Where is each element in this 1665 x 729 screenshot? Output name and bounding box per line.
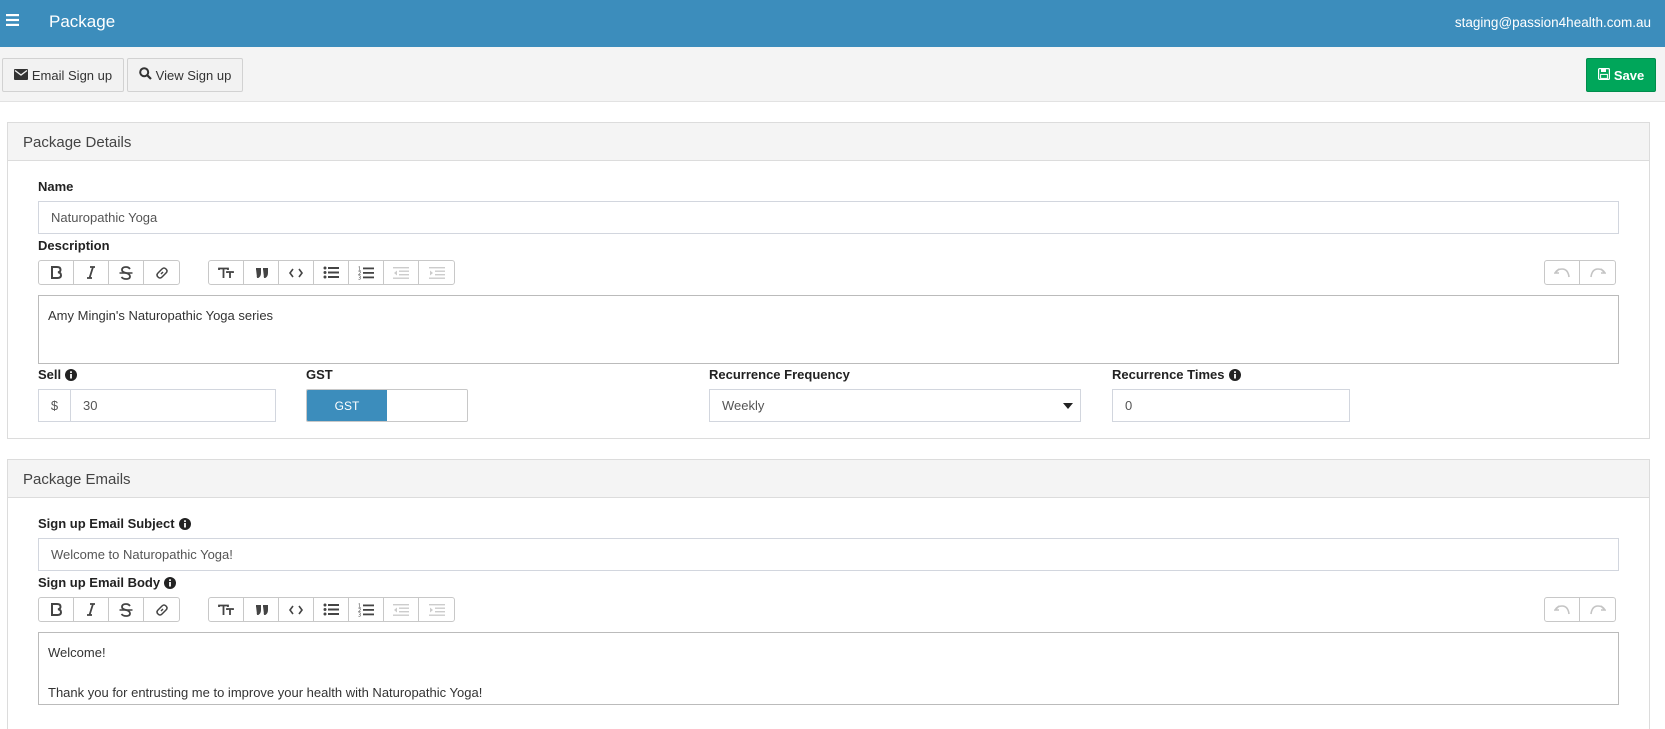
info-icon[interactable]: [178, 517, 191, 530]
format-button-group: [38, 260, 180, 285]
description-editor[interactable]: Amy Mingin's Naturopathic Yoga series: [38, 295, 1619, 364]
block-button-group: 123: [208, 260, 455, 285]
save-label: Save: [1613, 67, 1645, 83]
name-label: Name: [38, 179, 74, 194]
top-navbar: Package staging@passion4health.com.au: [0, 0, 1665, 47]
quote-icon[interactable]: [244, 261, 279, 284]
body-editor[interactable]: Welcome! Thank you for entrusting me to …: [38, 632, 1619, 705]
redo-icon[interactable]: [1580, 261, 1615, 284]
recurrence-frequency-label: Recurrence Frequency: [709, 367, 850, 382]
envelope-icon: [13, 68, 28, 83]
page-title: Package: [49, 12, 116, 31]
package-details-panel: Package Details Name Naturopathic Yoga D…: [7, 122, 1650, 439]
svg-text:3: 3: [358, 275, 361, 280]
info-icon[interactable]: [164, 576, 177, 589]
italic-icon[interactable]: [74, 598, 109, 621]
currency-addon: $: [38, 389, 70, 422]
strikethrough-icon[interactable]: [109, 598, 144, 621]
strikethrough-icon[interactable]: [109, 261, 144, 284]
italic-icon[interactable]: [74, 261, 109, 284]
email-signup-button[interactable]: Email Sign up: [2, 58, 124, 92]
sell-input-group: $ 30: [38, 389, 276, 422]
chevron-down-icon: [1063, 403, 1073, 409]
view-signup-button[interactable]: View Sign up: [127, 58, 243, 92]
body-blank-line: [48, 663, 1609, 683]
code-icon[interactable]: [279, 598, 314, 621]
search-icon: [138, 67, 152, 83]
numbered-list-icon[interactable]: 123: [349, 598, 384, 621]
heading-icon[interactable]: [209, 598, 244, 621]
body-label: Sign up Email Body: [38, 575, 161, 590]
svg-text:3: 3: [358, 612, 361, 617]
history-button-group: [1544, 260, 1616, 285]
link-icon[interactable]: [144, 598, 179, 621]
package-emails-panel: Package Emails Sign up Email Subject Wel…: [7, 459, 1650, 729]
outdent-icon[interactable]: [384, 598, 419, 621]
sell-label: Sell: [38, 367, 62, 382]
recurrence-times-input[interactable]: 0: [1112, 389, 1350, 422]
gst-toggle[interactable]: GST: [306, 389, 468, 422]
indent-icon[interactable]: [419, 261, 454, 284]
subject-label: Sign up Email Subject: [38, 516, 175, 531]
body-line-2: Thank you for entrusting me to improve y…: [48, 685, 483, 700]
undo-icon[interactable]: [1545, 598, 1580, 621]
format-button-group: [38, 597, 180, 622]
code-icon[interactable]: [279, 261, 314, 284]
description-label: Description: [38, 238, 110, 253]
history-button-group: [1544, 597, 1616, 622]
sell-input[interactable]: 30: [70, 389, 276, 422]
block-button-group: 123: [208, 597, 455, 622]
recurrence-frequency-select[interactable]: Weekly: [709, 389, 1081, 422]
recurrence-frequency-value: Weekly: [722, 398, 765, 413]
quote-icon[interactable]: [244, 598, 279, 621]
link-icon[interactable]: [144, 261, 179, 284]
heading-icon[interactable]: [209, 261, 244, 284]
gst-toggle-on[interactable]: GST: [307, 390, 387, 421]
body-editor-toolbar: 123: [38, 597, 455, 622]
save-button[interactable]: Save: [1586, 58, 1656, 92]
email-signup-label: Email Sign up: [31, 67, 113, 83]
name-input[interactable]: Naturopathic Yoga: [38, 201, 1619, 234]
numbered-list-icon[interactable]: 123: [349, 261, 384, 284]
bold-icon[interactable]: [39, 598, 74, 621]
bullet-list-icon[interactable]: [314, 598, 349, 621]
hamburger-icon[interactable]: [6, 14, 20, 32]
gst-toggle-off[interactable]: [387, 390, 467, 421]
package-details-heading: Package Details: [8, 123, 1649, 161]
gst-label: GST: [306, 367, 333, 382]
redo-icon[interactable]: [1580, 598, 1615, 621]
user-email[interactable]: staging@passion4health.com.au: [1455, 15, 1651, 30]
recurrence-times-label-group: Recurrence Times: [1112, 367, 1241, 382]
view-signup-label: View Sign up: [155, 67, 232, 83]
description-editor-toolbar: 123: [38, 260, 455, 285]
package-emails-heading: Package Emails: [8, 460, 1649, 498]
recurrence-times-label: Recurrence Times: [1112, 367, 1225, 382]
floppy-disk-icon: [1597, 67, 1610, 83]
bullet-list-icon[interactable]: [314, 261, 349, 284]
action-toolbar: Email Sign up View Sign up Save: [0, 47, 1665, 102]
info-icon[interactable]: [1228, 368, 1241, 381]
description-text: Amy Mingin's Naturopathic Yoga series: [48, 308, 274, 323]
body-line-1: Welcome!: [48, 645, 106, 660]
subject-input[interactable]: Welcome to Naturopathic Yoga!: [38, 538, 1619, 571]
info-icon[interactable]: [65, 368, 78, 381]
outdent-icon[interactable]: [384, 261, 419, 284]
sell-label-group: Sell: [38, 367, 78, 382]
undo-icon[interactable]: [1545, 261, 1580, 284]
bold-icon[interactable]: [39, 261, 74, 284]
body-label-group: Sign up Email Body: [38, 575, 177, 590]
subject-label-group: Sign up Email Subject: [38, 516, 191, 531]
indent-icon[interactable]: [419, 598, 454, 621]
